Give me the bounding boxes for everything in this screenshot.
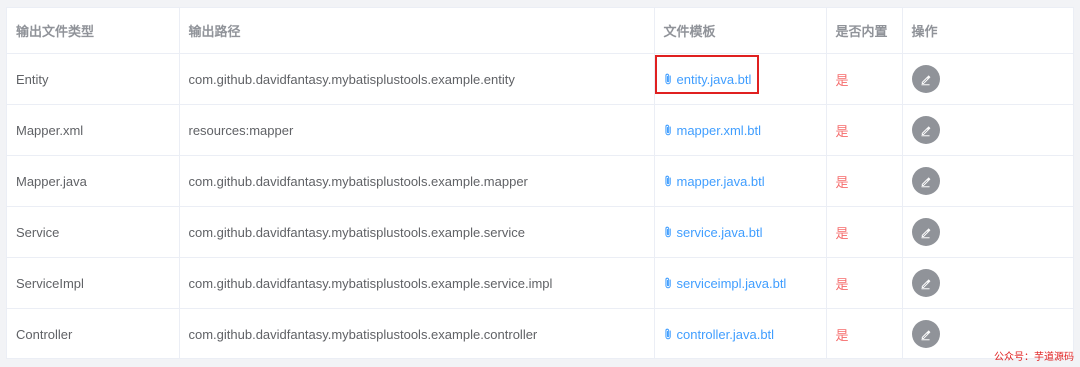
cell-template: mapper.java.btl bbox=[654, 155, 827, 207]
template-link-label: mapper.java.btl bbox=[676, 173, 765, 189]
cell-type: ServiceImpl bbox=[7, 257, 180, 309]
template-link[interactable]: mapper.xml.btl bbox=[664, 121, 762, 140]
edit-button[interactable] bbox=[911, 218, 940, 246]
builtin-badge: 是 bbox=[835, 225, 849, 241]
paperclip-icon bbox=[664, 328, 673, 340]
table-row: Controller com.github.davidfantasy.mybati… bbox=[7, 308, 1073, 359]
cell-builtin: 是 bbox=[826, 308, 903, 359]
cell-action bbox=[902, 104, 1073, 156]
paperclip-icon bbox=[664, 73, 673, 85]
cell-template: controller.java.btl bbox=[654, 308, 827, 359]
cell-template: serviceimpl.java.btl bbox=[654, 257, 827, 309]
cell-action bbox=[902, 206, 1073, 258]
cell-path: com.github.davidfantasy.mybatisplustools… bbox=[179, 155, 655, 207]
paperclip-icon bbox=[664, 226, 673, 238]
builtin-badge: 是 bbox=[835, 123, 849, 139]
edit-button[interactable] bbox=[911, 116, 940, 144]
builtin-badge: 是 bbox=[835, 72, 849, 88]
edit-button[interactable] bbox=[911, 320, 940, 348]
edit-button[interactable] bbox=[911, 167, 940, 195]
template-link[interactable]: serviceimpl.java.btl bbox=[664, 274, 787, 293]
edit-icon bbox=[919, 73, 932, 86]
column-header-builtin: 是否内置 bbox=[826, 8, 903, 54]
template-table: 输出文件类型 输出路径 文件模板 是否内置 操作 Entity com.githu… bbox=[6, 7, 1074, 359]
cell-type: Mapper.xml bbox=[7, 104, 180, 156]
table-row: Service com.github.davidfantasy.mybatispl… bbox=[7, 206, 1073, 258]
builtin-badge: 是 bbox=[835, 327, 849, 343]
template-link-label: mapper.xml.btl bbox=[676, 122, 762, 138]
cell-builtin: 是 bbox=[826, 206, 903, 258]
cell-template: service.java.btl bbox=[654, 206, 827, 258]
cell-builtin: 是 bbox=[826, 104, 903, 156]
table-header-row: 输出文件类型 输出路径 文件模板 是否内置 操作 bbox=[7, 8, 1073, 54]
watermark: 公众号：芋道源码 bbox=[994, 352, 1074, 363]
template-link-label: serviceimpl.java.btl bbox=[676, 275, 787, 291]
column-header-type: 输出文件类型 bbox=[7, 8, 180, 54]
table-row: Entity com.github.davidfantasy.mybatisplu… bbox=[7, 53, 1073, 105]
edit-icon bbox=[919, 226, 932, 239]
cell-type: Controller bbox=[7, 308, 180, 359]
cell-template: entity.java.btl bbox=[654, 53, 827, 105]
template-link-label: entity.java.btl bbox=[676, 71, 752, 87]
cell-path: com.github.davidfantasy.mybatisplustools… bbox=[179, 257, 655, 309]
table-row: Mapper.xml resources:mapper mapper.xml.btl… bbox=[7, 104, 1073, 156]
builtin-badge: 是 bbox=[835, 174, 849, 190]
cell-builtin: 是 bbox=[826, 257, 903, 309]
template-link[interactable]: controller.java.btl bbox=[664, 325, 775, 344]
builtin-badge: 是 bbox=[835, 276, 849, 292]
table-row: ServiceImpl com.github.davidfantasy.mybat… bbox=[7, 257, 1073, 309]
edit-button[interactable] bbox=[911, 65, 940, 93]
cell-builtin: 是 bbox=[826, 155, 903, 207]
cell-builtin: 是 bbox=[826, 53, 903, 105]
template-link[interactable]: mapper.java.btl bbox=[664, 172, 765, 191]
paperclip-icon bbox=[664, 175, 673, 187]
paperclip-icon bbox=[664, 277, 673, 289]
cell-type: Entity bbox=[7, 53, 180, 105]
template-link[interactable]: service.java.btl bbox=[664, 223, 763, 242]
edit-icon bbox=[919, 124, 932, 137]
edit-icon bbox=[919, 277, 932, 290]
cell-template: mapper.xml.btl bbox=[654, 104, 827, 156]
column-header-template: 文件模板 bbox=[654, 8, 827, 54]
cell-action bbox=[902, 155, 1073, 207]
edit-icon bbox=[919, 175, 932, 188]
column-header-action: 操作 bbox=[902, 8, 1073, 54]
column-header-path: 输出路径 bbox=[179, 8, 655, 54]
edit-icon bbox=[919, 328, 932, 341]
cell-action bbox=[902, 257, 1073, 309]
template-link-label: controller.java.btl bbox=[676, 326, 775, 342]
cell-type: Mapper.java bbox=[7, 155, 180, 207]
template-link-label: service.java.btl bbox=[676, 224, 763, 240]
cell-action bbox=[902, 53, 1073, 105]
cell-type: Service bbox=[7, 206, 180, 258]
paperclip-icon bbox=[664, 124, 673, 136]
cell-path: com.github.davidfantasy.mybatisplustools… bbox=[179, 308, 655, 359]
table-row: Mapper.java com.github.davidfantasy.mybat… bbox=[7, 155, 1073, 207]
cell-path: com.github.davidfantasy.mybatisplustools… bbox=[179, 53, 655, 105]
cell-path: resources:mapper bbox=[179, 104, 655, 156]
template-link[interactable]: entity.java.btl bbox=[664, 70, 752, 89]
cell-path: com.github.davidfantasy.mybatisplustools… bbox=[179, 206, 655, 258]
edit-button[interactable] bbox=[911, 269, 940, 297]
